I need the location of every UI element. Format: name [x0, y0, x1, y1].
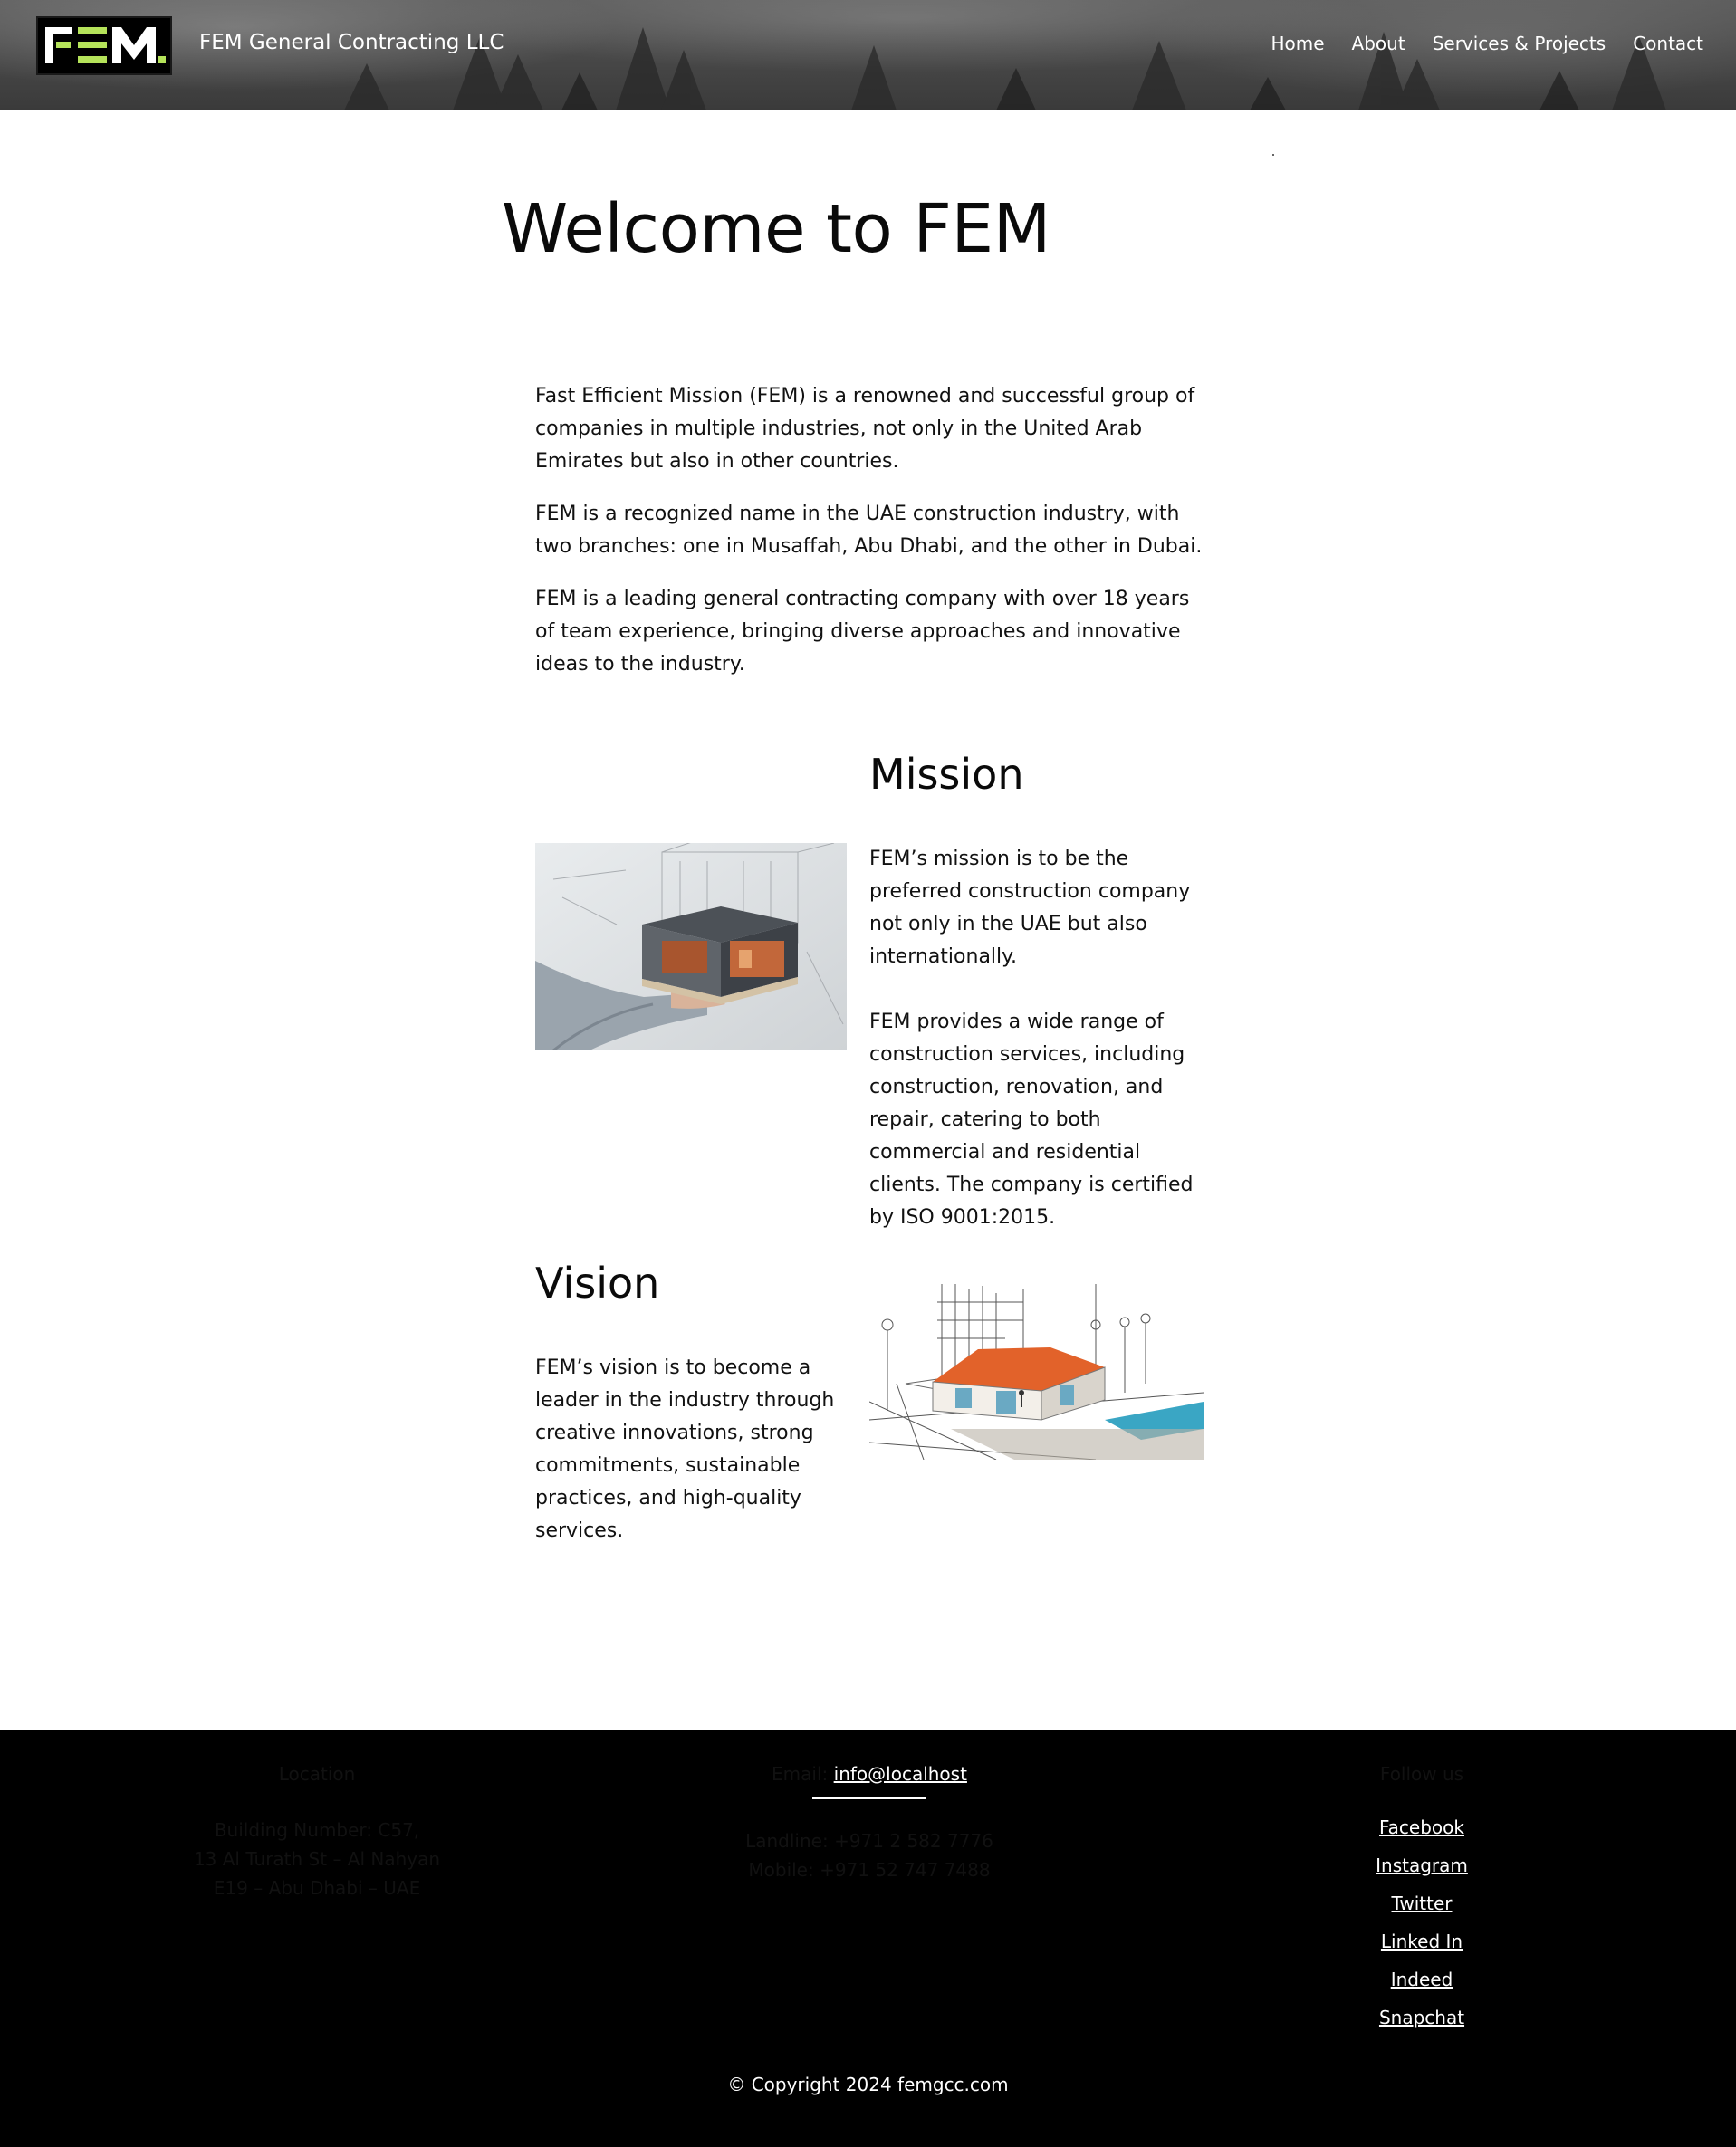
- forest-background-image: [344, 27, 1666, 110]
- instagram-link[interactable]: Instagram: [1241, 1846, 1603, 1884]
- fem-logo-mark: [45, 27, 166, 63]
- twitter-link[interactable]: Twitter: [1241, 1884, 1603, 1922]
- stray-dot: [1272, 154, 1274, 156]
- brand-name[interactable]: FEM General Contracting LLC: [199, 31, 504, 54]
- mission-paragraph: FEM’s mission is to be the preferred con…: [869, 848, 1191, 968]
- linkedin-link[interactable]: Linked In: [1241, 1922, 1603, 1960]
- address-line: 13 Al Turath St – Al Nahyan: [193, 1848, 441, 1870]
- fem-logo[interactable]: [36, 16, 172, 75]
- social-links: Facebook Instagram Twitter Linked In Ind…: [1241, 1808, 1603, 2037]
- indeed-link[interactable]: Indeed: [1241, 1960, 1603, 1998]
- footer-location: Location Building Number: C57, 13 Al Tur…: [136, 1759, 498, 1903]
- mission-text: FEM’s mission is to be the preferred con…: [869, 843, 1209, 1267]
- intro-section: Fast Efficient Mission (FEM) is a renown…: [535, 380, 1210, 701]
- footer-follow: Follow us Facebook Instagram Twitter Lin…: [1241, 1759, 1603, 2037]
- email-link[interactable]: info@localhost: [834, 1763, 967, 1785]
- intro-paragraph: Fast Efficient Mission (FEM) is a renown…: [535, 385, 1195, 473]
- intro-paragraph: FEM is a leading general contracting com…: [535, 588, 1190, 676]
- landline-text: Landline: +971 2 582 7776: [745, 1830, 993, 1852]
- page-title: Welcome to FEM: [502, 190, 1051, 268]
- email-label: Email:: [772, 1763, 834, 1785]
- location-heading: Location: [278, 1763, 356, 1785]
- site-header: FEM General Contracting LLC Home About S…: [0, 0, 1736, 110]
- mission-image: [535, 843, 847, 1050]
- address-line: E19 – Abu Dhabi – UAE: [213, 1877, 421, 1899]
- vision-text: FEM’s vision is to become a leader in th…: [535, 1352, 848, 1548]
- mission-heading: Mission: [869, 750, 1024, 799]
- footer-divider: [812, 1797, 926, 1799]
- nav-about[interactable]: About: [1352, 33, 1405, 54]
- email-row: Email: info@localhost: [772, 1763, 967, 1785]
- vision-heading: Vision: [535, 1259, 660, 1308]
- mission-paragraph: FEM provides a wide range of constructio…: [869, 1011, 1194, 1229]
- address-line: Building Number: C57,: [214, 1819, 420, 1841]
- nav-contact[interactable]: Contact: [1633, 33, 1703, 54]
- facebook-link[interactable]: Facebook: [1241, 1808, 1603, 1846]
- nav-home[interactable]: Home: [1271, 33, 1324, 54]
- copyright-text: © Copyright 2024 femgcc.com: [727, 2074, 1009, 2095]
- follow-heading: Follow us: [1379, 1763, 1464, 1785]
- main-nav: Home About Services & Projects Contact: [1271, 33, 1703, 54]
- intro-paragraph: FEM is a recognized name in the UAE cons…: [535, 503, 1203, 558]
- footer-contact: Email: info@localhost Landline: +971 2 5…: [688, 1759, 1050, 1884]
- vision-image: [869, 1284, 1204, 1460]
- mobile-text: Mobile: +971 52 747 7488: [748, 1859, 991, 1881]
- nav-services-projects[interactable]: Services & Projects: [1433, 33, 1607, 54]
- vision-paragraph: FEM’s vision is to become a leader in th…: [535, 1356, 835, 1542]
- snapchat-link[interactable]: Snapchat: [1241, 1998, 1603, 2037]
